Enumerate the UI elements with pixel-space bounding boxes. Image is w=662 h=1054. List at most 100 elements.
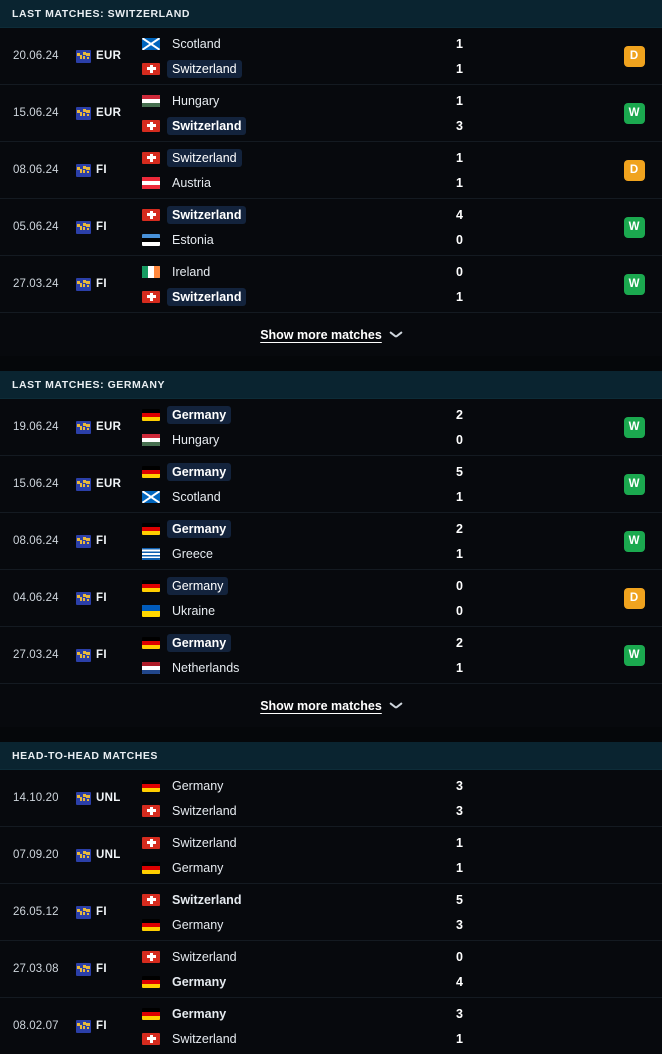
score-line: 1 bbox=[456, 35, 606, 52]
score-value: 1 bbox=[456, 61, 463, 76]
flag-icon-gr bbox=[142, 547, 160, 560]
table-row[interactable]: 08.02.07 FI Germany Switzerland 3 1 bbox=[0, 998, 662, 1054]
competition-cell[interactable]: FI bbox=[76, 941, 142, 997]
competition-cell[interactable]: FI bbox=[76, 627, 142, 683]
competition-cell[interactable]: UNL bbox=[76, 827, 142, 883]
show-more-wrap: Show more matches bbox=[0, 312, 662, 356]
score-value: 0 bbox=[456, 264, 463, 279]
score-value: 2 bbox=[456, 635, 463, 650]
score-line: 3 bbox=[456, 117, 606, 134]
team-name: Switzerland bbox=[167, 287, 247, 306]
scores-cell: 53 bbox=[456, 884, 606, 940]
competition-cell[interactable]: EUR bbox=[76, 85, 142, 141]
match-date: 19.06.24 bbox=[13, 421, 59, 433]
section-header-last-matches-switzerland: LAST MATCHES: SWITZERLAND bbox=[0, 0, 662, 28]
score-value: 1 bbox=[456, 660, 463, 675]
status-badge: W bbox=[623, 216, 645, 238]
match-date: 07.09.20 bbox=[13, 849, 59, 861]
score-value: 1 bbox=[456, 860, 463, 875]
table-row[interactable]: 14.10.20 UNL Germany Switzerland 3 3 bbox=[0, 770, 662, 827]
competition-label: EUR bbox=[96, 107, 122, 119]
score-line: 2 bbox=[456, 406, 606, 423]
score-line: 0 bbox=[456, 577, 606, 594]
team-name: Switzerland bbox=[167, 205, 247, 224]
show-more-button[interactable]: Show more matches bbox=[260, 328, 402, 342]
table-row[interactable]: 27.03.24 FI Ireland Switzerland 0 1 W bbox=[0, 256, 662, 312]
section-header-head-to-head-matches: HEAD-TO-HEAD MATCHES bbox=[0, 742, 662, 770]
status-badge: W bbox=[623, 644, 645, 666]
match-list: 20.06.24 EUR Scotland Switzerland 1 1 D 15.06.2… bbox=[0, 28, 662, 312]
result-cell: W bbox=[606, 199, 662, 255]
score-line: 1 bbox=[456, 174, 606, 191]
team-name: Estonia bbox=[172, 232, 214, 247]
team-line: Hungary bbox=[142, 431, 456, 448]
score-line: 0 bbox=[456, 231, 606, 248]
chevron-down-icon bbox=[390, 331, 402, 338]
status-badge: D bbox=[623, 159, 645, 181]
show-more-wrap: Show more matches bbox=[0, 683, 662, 727]
scores-cell: 11 bbox=[456, 827, 606, 883]
team-line: Estonia bbox=[142, 231, 456, 248]
competition-cell[interactable]: FI bbox=[76, 142, 142, 198]
section-gap bbox=[0, 356, 662, 371]
match-date: 15.06.24 bbox=[13, 478, 59, 490]
scores-cell: 21 bbox=[456, 513, 606, 569]
competition-cell[interactable]: FI bbox=[76, 570, 142, 626]
table-row[interactable]: 04.06.24 FI Germany Ukraine 0 0 D bbox=[0, 570, 662, 627]
score-line: 3 bbox=[456, 777, 606, 794]
table-row[interactable]: 15.06.24 EUR Hungary Switzerland 1 3 W bbox=[0, 85, 662, 142]
table-row[interactable]: 27.03.24 FI Germany Netherlands 2 1 W bbox=[0, 627, 662, 683]
score-value: 3 bbox=[456, 1006, 463, 1021]
team-name: Switzerland bbox=[167, 59, 242, 78]
table-row[interactable]: 27.03.08 FI Switzerland Germany 0 4 bbox=[0, 941, 662, 998]
teams-cell: Switzerland Germany bbox=[142, 884, 456, 940]
score-line: 3 bbox=[456, 802, 606, 819]
competition-cell[interactable]: FI bbox=[76, 199, 142, 255]
score-value: 1 bbox=[456, 489, 463, 504]
table-row[interactable]: 07.09.20 UNL Switzerland Germany 1 1 bbox=[0, 827, 662, 884]
result-cell: W bbox=[606, 456, 662, 512]
team-name: Netherlands bbox=[172, 660, 240, 675]
competition-cell[interactable]: EUR bbox=[76, 456, 142, 512]
score-value: 4 bbox=[456, 207, 463, 222]
table-row[interactable]: 15.06.24 EUR Germany Scotland 5 1 W bbox=[0, 456, 662, 513]
score-line: 1 bbox=[456, 859, 606, 876]
table-row[interactable]: 08.06.24 FI Germany Greece 2 1 W bbox=[0, 513, 662, 570]
score-value: 5 bbox=[456, 892, 463, 907]
world-map-icon bbox=[76, 477, 91, 491]
flag-icon-de bbox=[142, 918, 160, 931]
world-map-icon bbox=[76, 648, 91, 662]
team-line: Switzerland bbox=[142, 948, 456, 965]
competition-cell[interactable]: FI bbox=[76, 256, 142, 312]
status-badge: W bbox=[623, 102, 645, 124]
competition-label: FI bbox=[96, 221, 107, 233]
teams-cell: Germany Hungary bbox=[142, 399, 456, 455]
world-map-icon bbox=[76, 163, 91, 177]
team-line: Switzerland bbox=[142, 148, 456, 167]
result-cell bbox=[606, 770, 662, 826]
competition-cell[interactable]: EUR bbox=[76, 399, 142, 455]
competition-cell[interactable]: UNL bbox=[76, 770, 142, 826]
flag-icon-de bbox=[142, 975, 160, 988]
table-row[interactable]: 20.06.24 EUR Scotland Switzerland 1 1 D bbox=[0, 28, 662, 85]
team-name: Germany bbox=[167, 519, 232, 538]
world-map-icon bbox=[76, 420, 91, 434]
competition-cell[interactable]: FI bbox=[76, 998, 142, 1054]
match-date: 27.03.24 bbox=[13, 278, 59, 290]
scores-cell: 31 bbox=[456, 998, 606, 1054]
table-row[interactable]: 08.06.24 FI Switzerland Austria 1 1 D bbox=[0, 142, 662, 199]
competition-cell[interactable]: FI bbox=[76, 513, 142, 569]
competition-cell[interactable]: EUR bbox=[76, 28, 142, 84]
team-name: Scotland bbox=[172, 36, 221, 51]
score-value: 3 bbox=[456, 778, 463, 793]
flag-icon-de bbox=[142, 522, 160, 535]
world-map-icon bbox=[76, 905, 91, 919]
score-value: 4 bbox=[456, 974, 463, 989]
score-value: 3 bbox=[456, 118, 463, 133]
match-date: 15.06.24 bbox=[13, 107, 59, 119]
table-row[interactable]: 19.06.24 EUR Germany Hungary 2 0 W bbox=[0, 399, 662, 456]
show-more-button[interactable]: Show more matches bbox=[260, 699, 402, 713]
table-row[interactable]: 05.06.24 FI Switzerland Estonia 4 0 W bbox=[0, 199, 662, 256]
competition-cell[interactable]: FI bbox=[76, 884, 142, 940]
team-line: Switzerland bbox=[142, 891, 456, 908]
